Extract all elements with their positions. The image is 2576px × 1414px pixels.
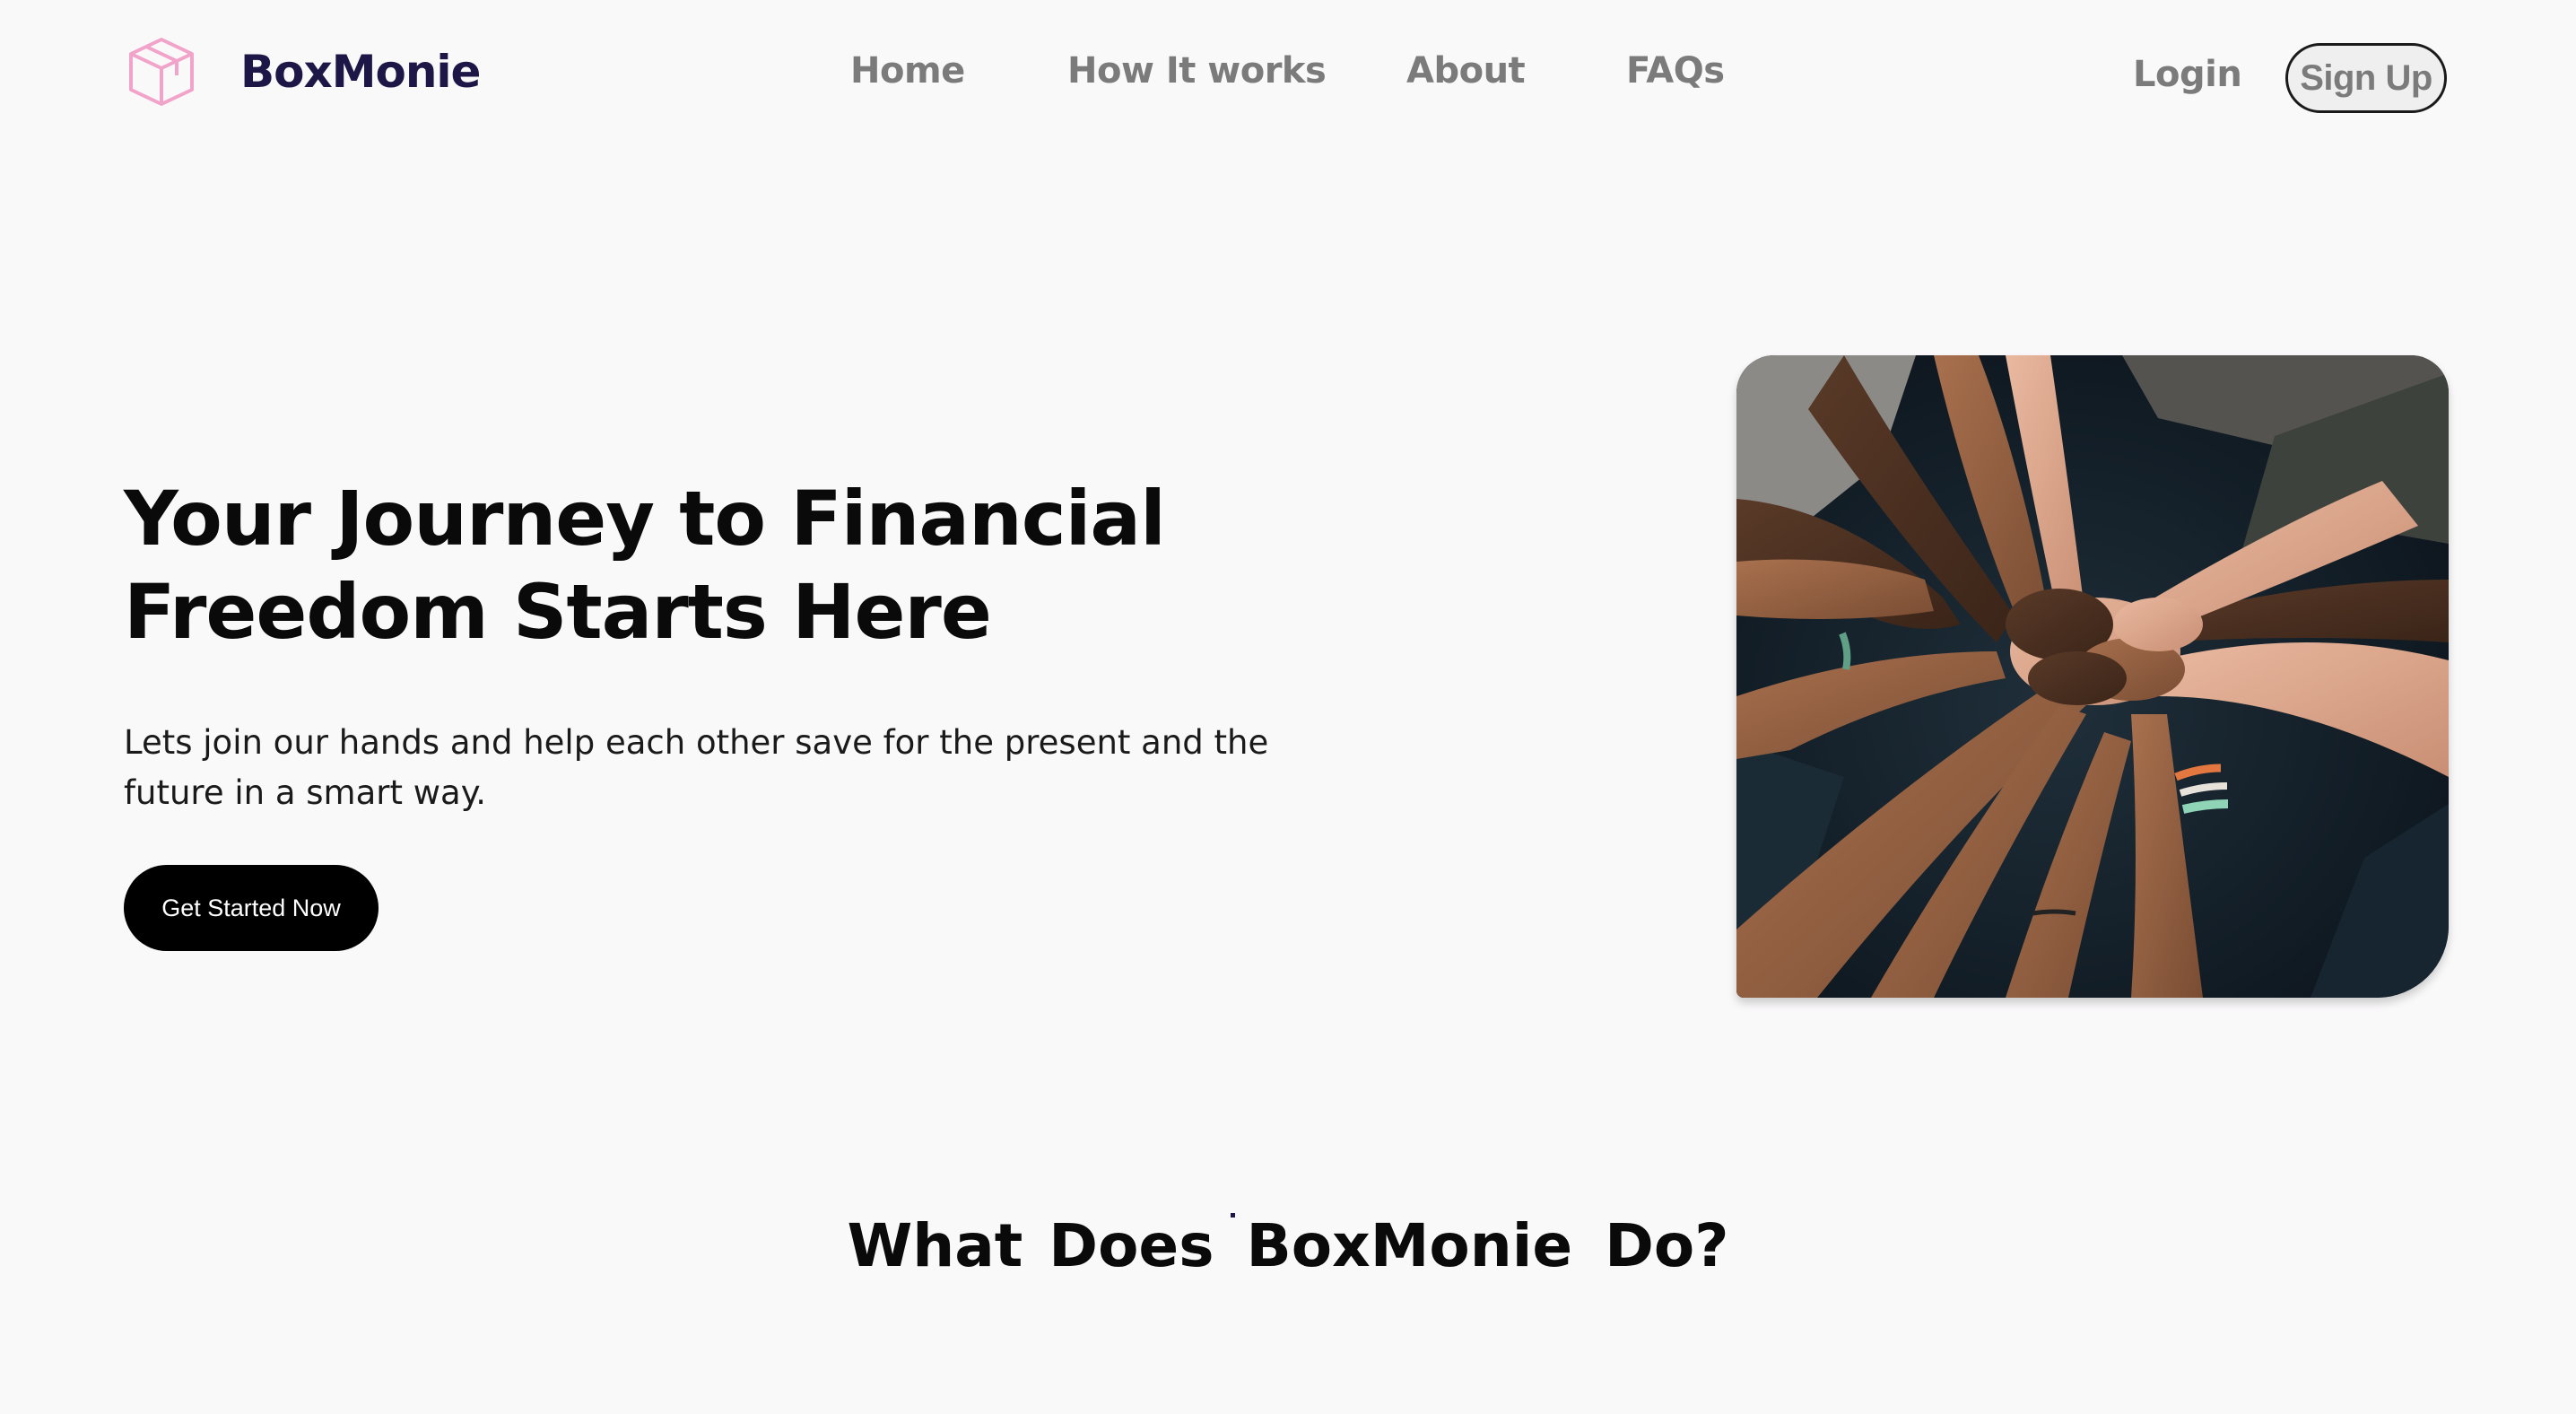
hands-together-photo: [1736, 355, 2449, 998]
section-title-part-2: Do?: [1605, 1211, 1729, 1280]
hero-subtitle: Lets join our hands and help each other …: [124, 723, 1269, 812]
decorative-dot: [1231, 1213, 1235, 1218]
hero-title-line-2: Freedom Starts Here: [124, 568, 992, 656]
site-header: BoxMonie Home How It works About FAQs Lo…: [0, 0, 2576, 158]
hero-image: [1736, 355, 2449, 998]
nav-link-how-it-works[interactable]: How It works: [1067, 50, 1327, 92]
section-title-brand: BoxMonie: [1246, 1211, 1573, 1280]
section-title: What Does BoxMonie Do?: [0, 1211, 2576, 1280]
nav-link-about[interactable]: About: [1406, 50, 1526, 92]
nav-link-faqs[interactable]: FAQs: [1626, 50, 1725, 92]
login-link[interactable]: Login: [2133, 54, 2242, 95]
hero-title: Your Journey to Financial Freedom Starts…: [124, 472, 1290, 659]
nav-link-home[interactable]: Home: [850, 50, 965, 92]
hero-title-line-1: Your Journey to Financial: [124, 475, 1166, 563]
section-title-part-1: What Does: [847, 1211, 1214, 1280]
signup-button[interactable]: Sign Up: [2285, 43, 2447, 113]
get-started-button[interactable]: Get Started Now: [124, 865, 379, 951]
